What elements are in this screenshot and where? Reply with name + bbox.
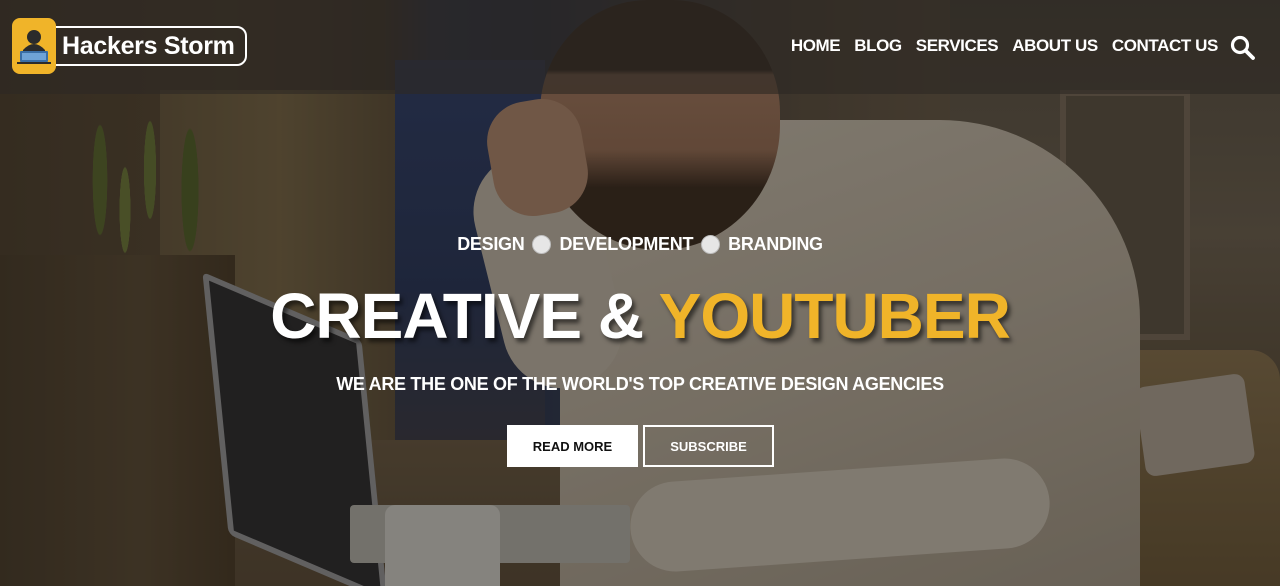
- hacker-laptop-icon: [12, 18, 56, 74]
- tagline-branding: BRANDING: [728, 234, 823, 254]
- tagline-design: DESIGN: [457, 234, 525, 254]
- hero-subtitle: WE ARE THE ONE OF THE WORLD'S TOP CREATI…: [336, 374, 944, 394]
- hero-section: DESIGN DEVELOPMENT BRANDING CREATIVE & Y…: [0, 0, 1280, 586]
- headline-yellow-part: YOUTUBER: [658, 280, 1011, 352]
- tagline-development: DEVELOPMENT: [559, 234, 694, 254]
- subscribe-button[interactable]: SUBSCRIBE: [643, 425, 774, 467]
- headline-white-part: CREATIVE &: [270, 280, 644, 352]
- dot-separator: [532, 235, 552, 254]
- read-more-button[interactable]: READ MORE: [507, 425, 638, 467]
- hero-headline: CREATIVE & YOUTUBER: [0, 280, 1280, 352]
- hero-tagline: DESIGN DEVELOPMENT BRANDING: [0, 234, 1280, 255]
- dot-separator: [701, 235, 721, 254]
